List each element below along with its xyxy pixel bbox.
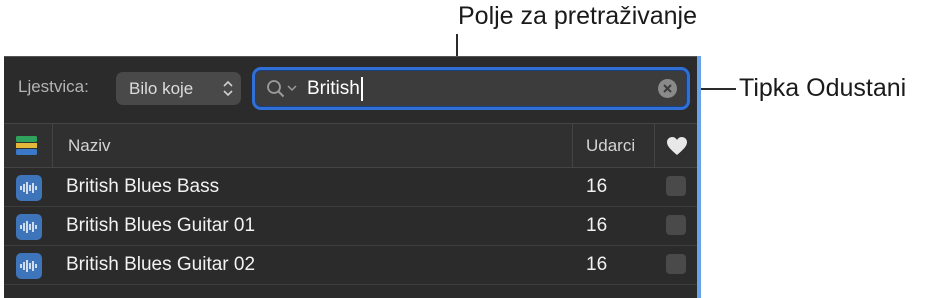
scale-select-value: Bilo koje xyxy=(129,79,194,98)
callout-search-field: Polje za pretraživanje xyxy=(458,2,698,30)
heart-icon[interactable] xyxy=(666,136,688,156)
clear-icon xyxy=(663,84,672,93)
loop-browser-panel: Ljestvica: Bilo koje British Naziv Udarc… xyxy=(4,56,697,298)
column-separator xyxy=(654,124,655,168)
column-separator xyxy=(52,124,53,168)
cancel-button[interactable] xyxy=(658,79,677,98)
scale-label: Ljestvica: xyxy=(18,77,89,96)
column-header-beats[interactable]: Udarci xyxy=(586,136,635,156)
table-row[interactable]: British Blues Guitar 02 16 xyxy=(4,246,697,285)
color-stripes-icon[interactable] xyxy=(16,136,37,155)
waveform-icon xyxy=(16,253,42,279)
table-header: Naziv Udarci xyxy=(4,123,697,168)
table-row[interactable]: British Blues Guitar 01 16 xyxy=(4,207,697,246)
search-field[interactable]: British xyxy=(252,67,690,110)
loop-name: British Blues Guitar 02 xyxy=(66,254,256,275)
chevron-down-icon[interactable] xyxy=(287,84,297,92)
column-header-name[interactable]: Naziv xyxy=(68,136,111,156)
loop-list: British Blues Bass 16 British Blues Guit… xyxy=(4,168,697,285)
search-input[interactable]: British xyxy=(307,77,363,101)
favorite-checkbox[interactable] xyxy=(666,215,686,235)
column-separator xyxy=(572,124,573,168)
scale-select[interactable]: Bilo koje xyxy=(116,72,241,105)
loop-beats: 16 xyxy=(586,176,608,197)
loop-name: British Blues Guitar 01 xyxy=(66,215,256,236)
loop-beats: 16 xyxy=(586,254,608,275)
waveform-icon xyxy=(16,214,42,240)
filter-bar: Ljestvica: Bilo koje British xyxy=(4,57,697,123)
favorite-checkbox[interactable] xyxy=(666,176,686,196)
search-icon[interactable] xyxy=(266,79,285,98)
waveform-icon xyxy=(16,175,42,201)
up-down-chevron-icon xyxy=(223,80,233,97)
favorite-checkbox[interactable] xyxy=(666,254,686,274)
loop-name: British Blues Bass xyxy=(66,176,220,197)
loop-beats: 16 xyxy=(586,215,608,236)
callout-cancel-button: Tipka Odustani xyxy=(739,74,907,102)
table-row[interactable]: British Blues Bass 16 xyxy=(4,168,697,207)
panel-edge xyxy=(697,56,701,298)
